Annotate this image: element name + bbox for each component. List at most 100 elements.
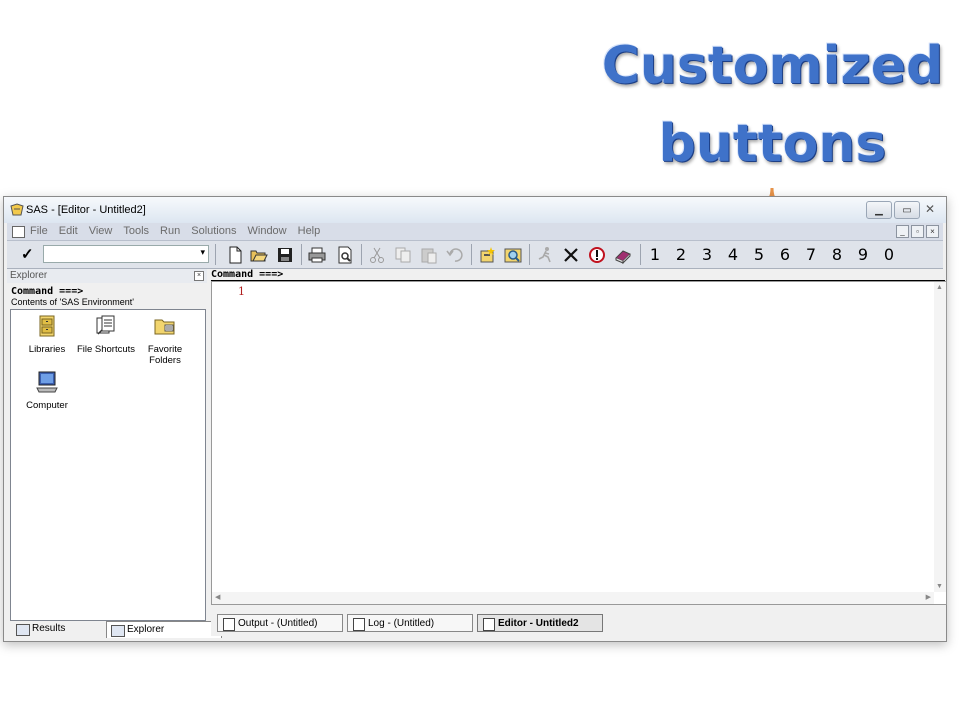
open-folder-icon[interactable] [249,245,269,265]
explorer-item-label: Computer [26,400,68,411]
scroll-left-arrow-icon[interactable]: ◀ [215,593,220,601]
clear-x-icon[interactable] [561,245,581,265]
print-icon[interactable] [307,245,327,265]
custom-button-2[interactable]: 2 [671,245,691,265]
custom-button-1[interactable]: 1 [645,245,665,265]
scroll-down-arrow-icon[interactable]: ▼ [936,583,943,590]
cut-icon[interactable] [367,245,387,265]
scroll-right-arrow-icon[interactable]: ▶ [926,593,931,601]
tab-explorer-label: Explorer [127,624,165,635]
toolbar-separator [529,244,530,265]
explorer-item-label: Favorite Folders [147,344,183,366]
tab-results-label: Results [32,623,66,634]
annotation-title-line1: Customized [601,36,944,96]
menu-edit[interactable]: Edit [59,225,78,237]
custom-button-0[interactable]: 0 [879,245,899,265]
task-editor[interactable]: Editor - Untitled2 [477,614,603,632]
break-icon[interactable] [587,245,607,265]
help-book-icon[interactable] [613,245,633,265]
toolbar-separator [640,244,641,265]
log-document-icon [353,618,365,631]
sas-app-icon [10,203,24,216]
menu-view[interactable]: View [89,225,113,237]
new-library-icon[interactable] [477,245,497,265]
horizontal-scrollbar[interactable]: ◀ ▶ [212,592,934,604]
explorer-tab-icon [111,625,125,637]
new-document-icon[interactable] [225,245,245,265]
explorer-title: Explorer [10,270,48,281]
maximize-button[interactable]: ▭ [894,201,920,219]
menu-window[interactable]: Window [248,225,287,237]
menu-file[interactable]: File [30,225,48,237]
toolbar-separator [361,244,362,265]
annotation-title-line2: buttons [658,114,887,174]
explorer-tab-bar: Results Explorer [10,621,222,638]
file-shortcuts-icon [96,315,115,335]
save-icon[interactable] [275,245,295,265]
undo-icon[interactable] [445,245,465,265]
explorer-item-libraries[interactable]: Libraries [17,314,77,355]
output-document-icon [223,618,235,631]
mdi-minimize-button[interactable]: _ [896,225,909,238]
favorite-folders-icon [154,319,175,335]
command-dropdown-arrow[interactable]: ▾ [200,247,205,258]
sas-window: SAS - [Editor - Untitled2] ▁ ▭ ✕ File Ed… [3,196,947,642]
custom-button-4[interactable]: 4 [723,245,743,265]
editor-window: Command ===> 1 ▲ ▼ ◀ ▶ [211,269,947,609]
explorer-icon[interactable] [503,245,523,265]
check-command-button[interactable]: ✓ [21,245,34,263]
explorer-item-favorite-folders[interactable]: Favorite Folders [135,314,195,366]
computer-icon [36,371,58,393]
minimize-button[interactable]: ▁ [866,201,892,219]
explorer-contents-label: Contents of 'SAS Environment' [11,297,134,307]
explorer-command-label: Command ===> [11,286,84,297]
menu-help[interactable]: Help [298,225,321,237]
editor-command-label: Command ===> [211,269,945,281]
mdi-close-button[interactable]: × [926,225,939,238]
task-output[interactable]: Output - (Untitled) [217,614,343,632]
task-editor-label: Editor - Untitled2 [498,618,579,629]
custom-button-7[interactable]: 7 [801,245,821,265]
explorer-title-bar: Explorer × [7,269,207,283]
explorer-item-label: File Shortcuts [76,344,136,355]
title-bar: SAS - [Editor - Untitled2] ▁ ▭ ✕ [4,197,946,223]
explorer-panel: Explorer × Command ===> Contents of 'SAS… [7,269,222,639]
command-input[interactable]: ▾ [43,245,209,263]
toolbar-separator [301,244,302,265]
explorer-item-computer[interactable]: Computer [17,370,77,411]
window-title: SAS - [Editor - Untitled2] [26,204,146,216]
print-preview-icon[interactable] [335,245,355,265]
explorer-item-label: Libraries [28,344,66,355]
task-log[interactable]: Log - (Untitled) [347,614,473,632]
menu-tools[interactable]: Tools [123,225,149,237]
paste-icon[interactable] [419,245,439,265]
scroll-up-arrow-icon[interactable]: ▲ [936,284,943,291]
menu-run[interactable]: Run [160,225,180,237]
libraries-icon [39,315,55,337]
toolbar: ✓ ▾ 1 2 3 4 5 6 7 8 9 0 [7,241,943,269]
window-taskbar: Output - (Untitled) Log - (Untitled) Edi… [211,612,945,636]
explorer-close-button[interactable]: × [194,271,204,281]
custom-button-9[interactable]: 9 [853,245,873,265]
document-menu-icon[interactable] [12,226,25,238]
results-icon [16,624,30,636]
task-log-label: Log - (Untitled) [368,618,435,629]
editor-line-number: 1 [238,285,245,298]
submit-run-icon[interactable] [535,245,555,265]
copy-icon[interactable] [393,245,413,265]
custom-button-8[interactable]: 8 [827,245,847,265]
tab-explorer[interactable]: Explorer [106,621,222,638]
menu-solutions[interactable]: Solutions [191,225,236,237]
custom-button-5[interactable]: 5 [749,245,769,265]
close-button[interactable]: ✕ [922,201,938,217]
toolbar-separator [471,244,472,265]
menu-bar: File Edit View Tools Run Solutions Windo… [7,223,943,241]
mdi-restore-button[interactable]: ▫ [911,225,924,238]
custom-button-6[interactable]: 6 [775,245,795,265]
explorer-item-file-shortcuts[interactable]: File Shortcuts [76,314,136,355]
editor-document-icon [483,618,495,631]
task-output-label: Output - (Untitled) [238,618,318,629]
editor-text-area[interactable]: 1 ▲ ▼ ◀ ▶ [211,281,947,605]
custom-button-3[interactable]: 3 [697,245,717,265]
vertical-scrollbar[interactable]: ▲ ▼ [934,282,946,592]
